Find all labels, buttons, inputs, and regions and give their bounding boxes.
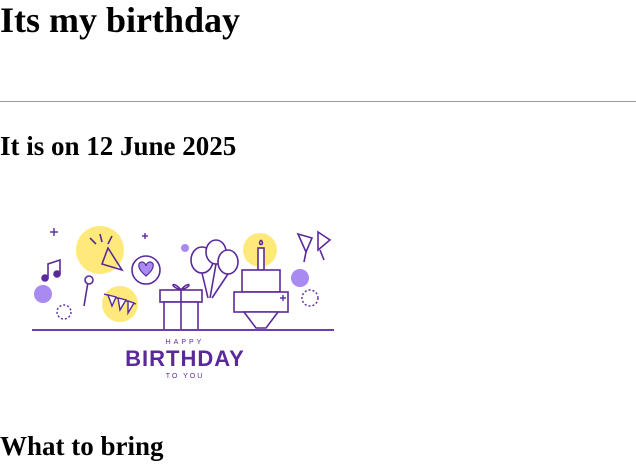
page-title: Its my birthday <box>0 0 241 40</box>
purple-dot-icon <box>181 244 189 252</box>
birthday-cake-icon <box>233 239 289 329</box>
banner-small-top-text: HAPPY <box>166 339 205 346</box>
bring-heading: What to bring <box>0 431 164 461</box>
yellow-blob-icon <box>76 226 124 274</box>
banner-small-bottom-text: TO YOU <box>166 373 205 380</box>
purple-dot-icon <box>291 269 309 287</box>
purple-dot-icon <box>34 285 52 303</box>
champagne-glasses-icon <box>296 230 332 263</box>
birthday-illustration: HAPPY BIRTHDAY TO YOU <box>32 226 334 380</box>
birthday-banner-image: HAPPY BIRTHDAY TO YOU <box>30 218 340 386</box>
divider <box>0 101 636 102</box>
banner-main-text: BIRTHDAY <box>125 346 245 371</box>
date-heading: It is on 12 June 2025 <box>0 131 237 161</box>
gift-box-icon <box>159 283 203 331</box>
heart-bubble-icon <box>131 255 161 285</box>
